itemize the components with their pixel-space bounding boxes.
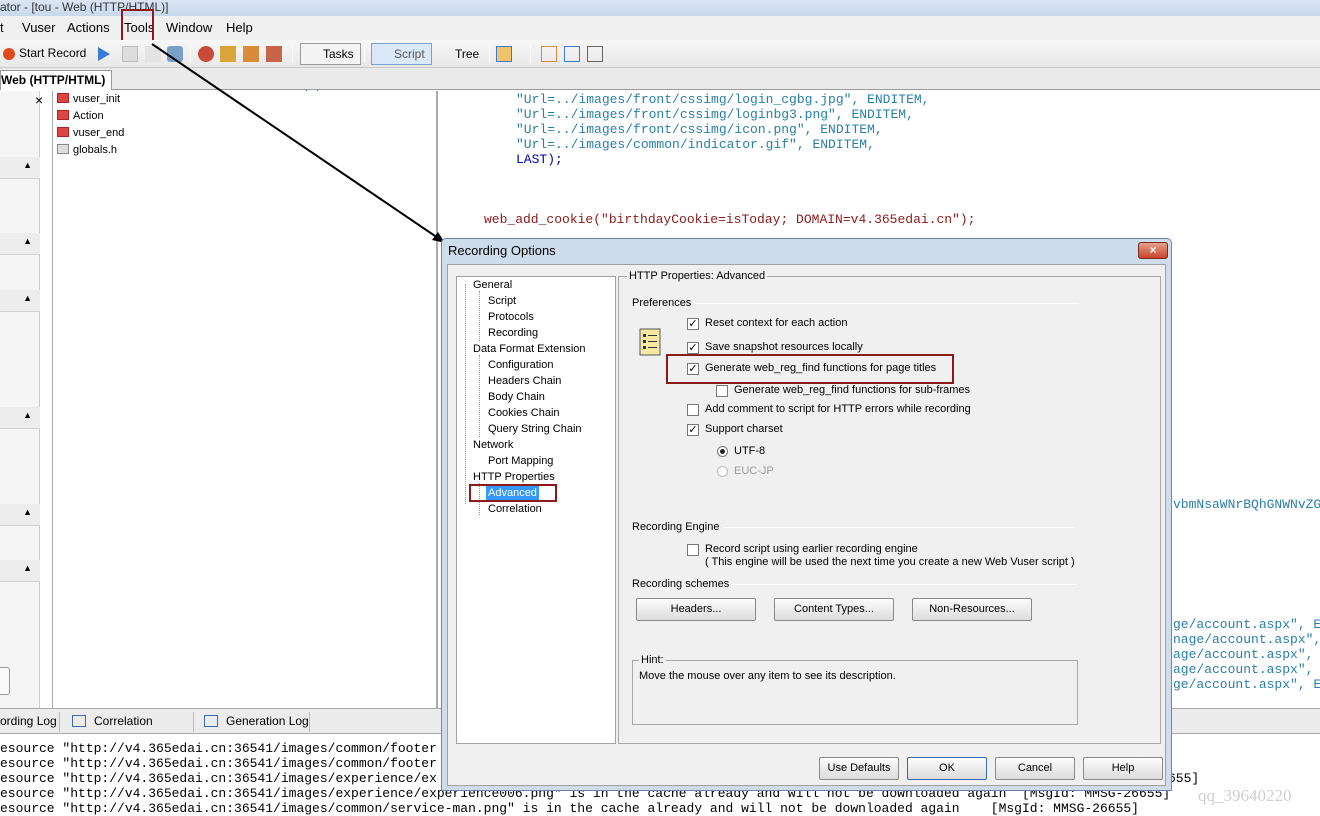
save-snapshot-label: Save snapshot resources locally: [705, 341, 863, 353]
content-types-button[interactable]: Content Types...: [774, 598, 894, 621]
tree-node-data-format-extension[interactable]: Data Format Extension: [473, 342, 586, 356]
tree-node-cookies-chain[interactable]: Cookies Chain: [488, 406, 560, 420]
tree-node-recording[interactable]: Recording: [488, 326, 538, 340]
add-comment-checkbox[interactable]: [687, 404, 699, 416]
earlier-engine-label: Record script using earlier recording en…: [705, 543, 918, 555]
tree-line: [479, 291, 480, 341]
tree-node-script[interactable]: Script: [488, 294, 516, 308]
tree-node-configuration[interactable]: Configuration: [488, 358, 553, 372]
tree-node-headers-chain[interactable]: Headers Chain: [488, 374, 561, 388]
utf8-label: UTF-8: [734, 445, 766, 457]
tree-node-correlation[interactable]: Correlation: [488, 502, 542, 516]
preferences-icon: [639, 328, 661, 356]
eucjp-label: EUC-JP: [734, 465, 774, 477]
eucjp-radio[interactable]: [717, 466, 728, 477]
subframes-checkbox[interactable]: [716, 385, 728, 397]
tree-node-body-chain[interactable]: Body Chain: [488, 390, 545, 404]
help-button[interactable]: Help: [1083, 757, 1163, 780]
group-title: HTTP Properties: Advanced: [627, 270, 768, 282]
utf8-radio[interactable]: [717, 446, 728, 457]
engine-note: ( This engine will be used the next time…: [705, 556, 1075, 568]
headers-button[interactable]: Headers...: [636, 598, 756, 621]
advanced-highlight-box: [469, 484, 557, 502]
subframes-label: Generate web_reg_find functions for sub-…: [734, 384, 971, 396]
hint-text: Move the mouse over any item to see its …: [639, 670, 896, 682]
add-comment-label: Add comment to script for HTTP errors wh…: [705, 403, 971, 415]
dialog-title: Recording Options: [448, 243, 556, 258]
reset-context-checkbox[interactable]: ✓: [687, 318, 699, 330]
http-advanced-panel: HTTP Properties: Advanced Preferences ✓ …: [618, 270, 1161, 744]
earlier-engine-checkbox[interactable]: [687, 544, 699, 556]
cancel-button[interactable]: Cancel: [995, 757, 1075, 780]
tree-node-query-string-chain[interactable]: Query String Chain: [488, 422, 582, 436]
tree-node-general[interactable]: General: [473, 278, 512, 292]
tree-line: [479, 355, 480, 437]
hint-title: Hint:: [639, 654, 666, 666]
dialog-body: General Script Protocols Recording Data …: [447, 264, 1166, 786]
support-charset-checkbox[interactable]: ✓: [687, 424, 699, 436]
hint-box: Hint: Move the mouse over any item to se…: [632, 654, 1078, 725]
generate-option-highlight-box: [666, 354, 954, 384]
reset-context-label: Reset context for each action: [705, 317, 848, 329]
recording-options-dialog: Recording Options × General Script Proto…: [441, 238, 1172, 791]
close-button[interactable]: ×: [1138, 242, 1168, 259]
save-snapshot-checkbox[interactable]: ✓: [687, 342, 699, 354]
tree-node-port-mapping[interactable]: Port Mapping: [488, 454, 553, 468]
support-charset-label: Support charset: [705, 423, 783, 435]
divider: [731, 584, 1077, 585]
recording-schemes-heading: Recording schemes: [632, 578, 730, 590]
options-tree: General Script Protocols Recording Data …: [456, 276, 616, 744]
tree-node-protocols[interactable]: Protocols: [488, 310, 534, 324]
use-defaults-button[interactable]: Use Defaults: [819, 757, 899, 780]
non-resources-button[interactable]: Non-Resources...: [912, 598, 1032, 621]
divider: [723, 527, 1075, 528]
tree-line: [465, 284, 466, 504]
divider: [695, 303, 1079, 304]
tree-node-http-properties[interactable]: HTTP Properties: [473, 470, 555, 484]
preferences-heading: Preferences: [632, 297, 692, 309]
recording-engine-heading: Recording Engine: [632, 521, 720, 533]
ok-button[interactable]: OK: [907, 757, 987, 780]
tree-node-network[interactable]: Network: [473, 438, 513, 452]
